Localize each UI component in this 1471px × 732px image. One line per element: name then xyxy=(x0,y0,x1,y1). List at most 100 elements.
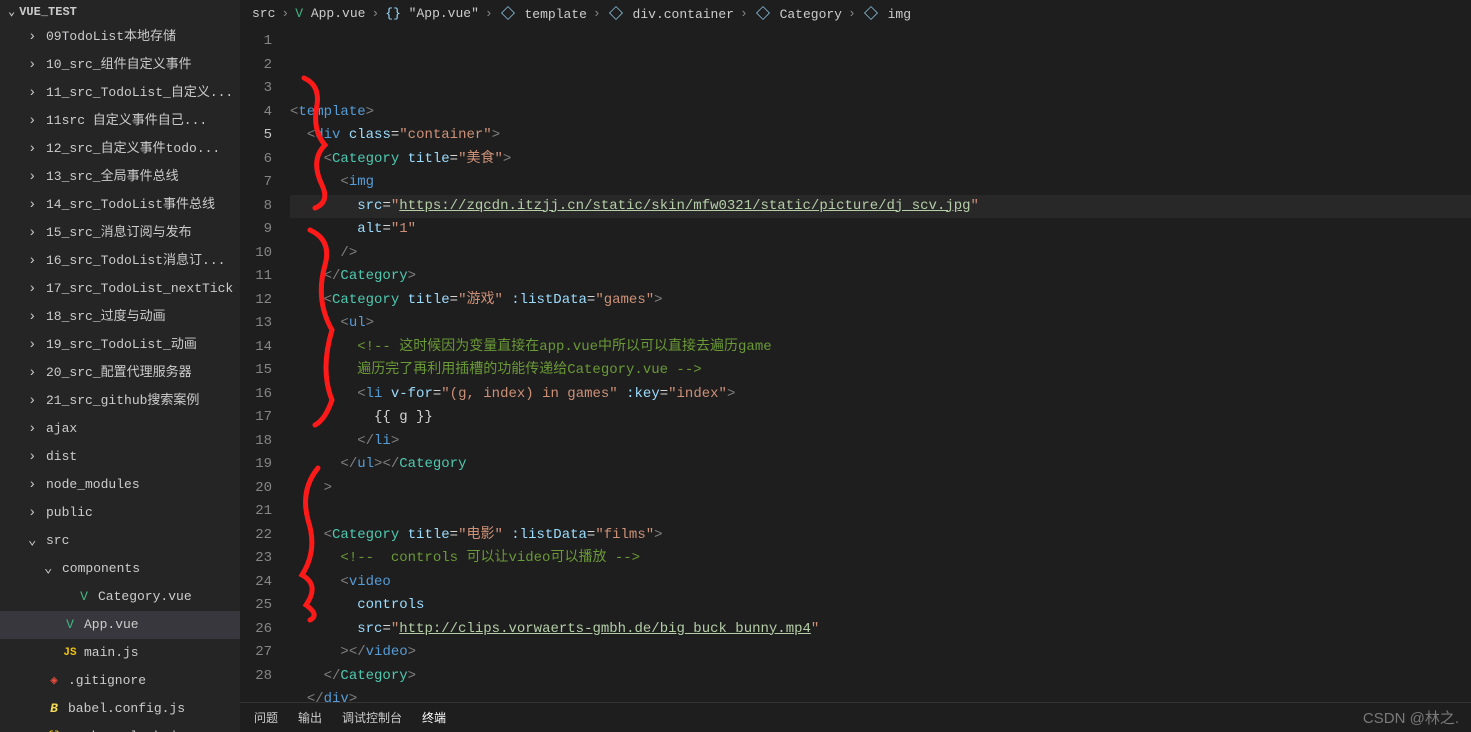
tree-item-label: babel.config.js xyxy=(68,697,185,721)
tree-item[interactable]: ›12_src_自定义事件todo... xyxy=(0,135,240,163)
code-line[interactable]: </li> xyxy=(290,430,1471,454)
tree-item[interactable]: ›14_src_TodoList事件总线 xyxy=(0,191,240,219)
code-line[interactable] xyxy=(290,500,1471,524)
panel-tab[interactable]: 问题 xyxy=(254,709,278,726)
code-line[interactable]: </Category> xyxy=(290,265,1471,289)
breadcrumb-item[interactable]: {} "App.vue" xyxy=(385,6,479,21)
tree-item[interactable]: ›20_src_配置代理服务器 xyxy=(0,359,240,387)
tree-item[interactable]: ›11_src_TodoList_自定义... xyxy=(0,79,240,107)
line-number-gutter: 1234567891011121314151617181920212223242… xyxy=(240,26,290,702)
tree-item[interactable]: Bbabel.config.js xyxy=(0,695,240,723)
code-line[interactable]: controls xyxy=(290,594,1471,618)
annotation-overlay xyxy=(290,30,357,101)
code-line[interactable]: </ul></Category xyxy=(290,453,1471,477)
code-content[interactable]: <template> <div class="container"> <Cate… xyxy=(290,26,1471,702)
tree-item-label: App.vue xyxy=(84,613,139,637)
code-line[interactable]: <!-- 这时候因为变量直接在app.vue中所以可以直接去遍历game xyxy=(290,336,1471,360)
tree-item-label: package-lock.json xyxy=(68,725,201,732)
tree-item[interactable]: ◈.gitignore xyxy=(0,667,240,695)
tree-item[interactable]: ›17_src_TodoList_nextTick xyxy=(0,275,240,303)
tree-item-label: .gitignore xyxy=(68,669,146,693)
explorer-header[interactable]: ⌄ VUE_TEST xyxy=(0,0,240,23)
tree-item-label: node_modules xyxy=(46,473,140,497)
tree-item[interactable]: ›dist xyxy=(0,443,240,471)
code-line[interactable]: <Category title="游戏" :listData="games"> xyxy=(290,289,1471,313)
code-line[interactable]: </div> xyxy=(290,688,1471,702)
watermark: CSDN @林之. xyxy=(1363,707,1459,728)
tree-item[interactable]: ›11src 自定义事件自己... xyxy=(0,107,240,135)
file-explorer-sidebar: ⌄ VUE_TEST ›09TodoList本地存储›10_src_组件自定义事… xyxy=(0,0,240,732)
tree-item[interactable]: ›ajax xyxy=(0,415,240,443)
tree-item-label: 20_src_配置代理服务器 xyxy=(46,361,192,385)
breadcrumb-item[interactable]: template xyxy=(499,4,587,22)
line-number: 15 xyxy=(240,359,272,383)
code-line[interactable]: /> xyxy=(290,242,1471,266)
tree-item[interactable]: ›18_src_过度与动画 xyxy=(0,303,240,331)
code-line[interactable]: ></video> xyxy=(290,641,1471,665)
js-file-icon: JS xyxy=(62,641,78,665)
tree-item[interactable]: ›public xyxy=(0,499,240,527)
breadcrumb-separator: › xyxy=(740,6,748,21)
code-line[interactable]: <Category title="美食"> xyxy=(290,148,1471,172)
code-line[interactable]: <Category title="电影" :listData="films"> xyxy=(290,524,1471,548)
code-line[interactable]: <template> xyxy=(290,101,1471,125)
breadcrumb-separator: › xyxy=(281,6,289,21)
tree-item[interactable]: ›node_modules xyxy=(0,471,240,499)
cube-icon xyxy=(864,6,878,20)
panel-tab[interactable]: 终端 xyxy=(422,709,446,726)
line-number: 17 xyxy=(240,406,272,430)
breadcrumb-item[interactable]: div.container xyxy=(607,4,734,22)
tree-item[interactable]: ›21_src_github搜索案例 xyxy=(0,387,240,415)
code-line[interactable]: <div class="container"> xyxy=(290,124,1471,148)
tree-item[interactable]: ›13_src_全局事件总线 xyxy=(0,163,240,191)
bottom-panel-tabs: 问题 输出 调试控制台 终端 xyxy=(240,702,1471,732)
code-line[interactable]: <!-- controls 可以让video可以播放 --> xyxy=(290,547,1471,571)
file-tree: ›09TodoList本地存储›10_src_组件自定义事件›11_src_To… xyxy=(0,23,240,732)
tree-item[interactable]: VCategory.vue xyxy=(0,583,240,611)
line-number: 13 xyxy=(240,312,272,336)
tree-item-label: 16_src_TodoList消息订... xyxy=(46,249,225,273)
vue-icon: V xyxy=(295,6,303,21)
code-line[interactable]: <video xyxy=(290,571,1471,595)
breadcrumb-item[interactable]: Category xyxy=(754,4,842,22)
panel-tab[interactable]: 输出 xyxy=(298,709,322,726)
code-line[interactable]: src="https://zqcdn.itzjj.cn/static/skin/… xyxy=(290,195,1471,219)
code-line[interactable]: > xyxy=(290,477,1471,501)
tree-item[interactable]: JSmain.js xyxy=(0,639,240,667)
line-number: 22 xyxy=(240,524,272,548)
tree-item[interactable]: ⌄ src xyxy=(0,527,240,555)
code-line[interactable]: <img xyxy=(290,171,1471,195)
tree-item-label: src xyxy=(46,529,69,553)
code-line[interactable]: alt="1" xyxy=(290,218,1471,242)
tree-item[interactable]: VApp.vue xyxy=(0,611,240,639)
code-line[interactable]: src="http://clips.vorwaerts-gmbh.de/big_… xyxy=(290,618,1471,642)
breadcrumb-item[interactable]: src xyxy=(252,6,275,21)
tree-item[interactable]: ›09TodoList本地存储 xyxy=(0,23,240,51)
code-line[interactable]: </Category> xyxy=(290,665,1471,689)
panel-tab[interactable]: 调试控制台 xyxy=(342,709,402,726)
tree-item[interactable]: ›19_src_TodoList_动画 xyxy=(0,331,240,359)
chevron-icon: › xyxy=(28,473,40,497)
tree-item[interactable]: ›16_src_TodoList消息订... xyxy=(0,247,240,275)
chevron-icon: › xyxy=(28,81,40,105)
breadcrumb-item[interactable]: img xyxy=(862,4,911,22)
chevron-icon: › xyxy=(28,53,40,77)
tree-item[interactable]: {} package-lock.json xyxy=(0,723,240,732)
code-line[interactable]: {{ g }} xyxy=(290,406,1471,430)
tree-item-label: ajax xyxy=(46,417,77,441)
line-number: 20 xyxy=(240,477,272,501)
tree-item[interactable]: ›10_src_组件自定义事件 xyxy=(0,51,240,79)
chevron-icon: ⌄ xyxy=(28,529,40,553)
json-file-icon: {} xyxy=(46,725,62,732)
code-line[interactable]: <ul> xyxy=(290,312,1471,336)
chevron-icon: › xyxy=(28,445,40,469)
tree-item-label: 11src 自定义事件自己... xyxy=(46,109,207,133)
tree-item[interactable]: ›15_src_消息订阅与发布 xyxy=(0,219,240,247)
code-editor[interactable]: 1234567891011121314151617181920212223242… xyxy=(240,26,1471,702)
code-line[interactable]: 遍历完了再利用插槽的功能传递给Category.vue --> xyxy=(290,359,1471,383)
cube-icon xyxy=(756,6,770,20)
breadcrumb-separator: › xyxy=(371,6,379,21)
breadcrumb-item[interactable]: V App.vue xyxy=(295,6,365,21)
code-line[interactable]: <li v-for="(g, index) in games" :key="in… xyxy=(290,383,1471,407)
tree-item[interactable]: ⌄components xyxy=(0,555,240,583)
